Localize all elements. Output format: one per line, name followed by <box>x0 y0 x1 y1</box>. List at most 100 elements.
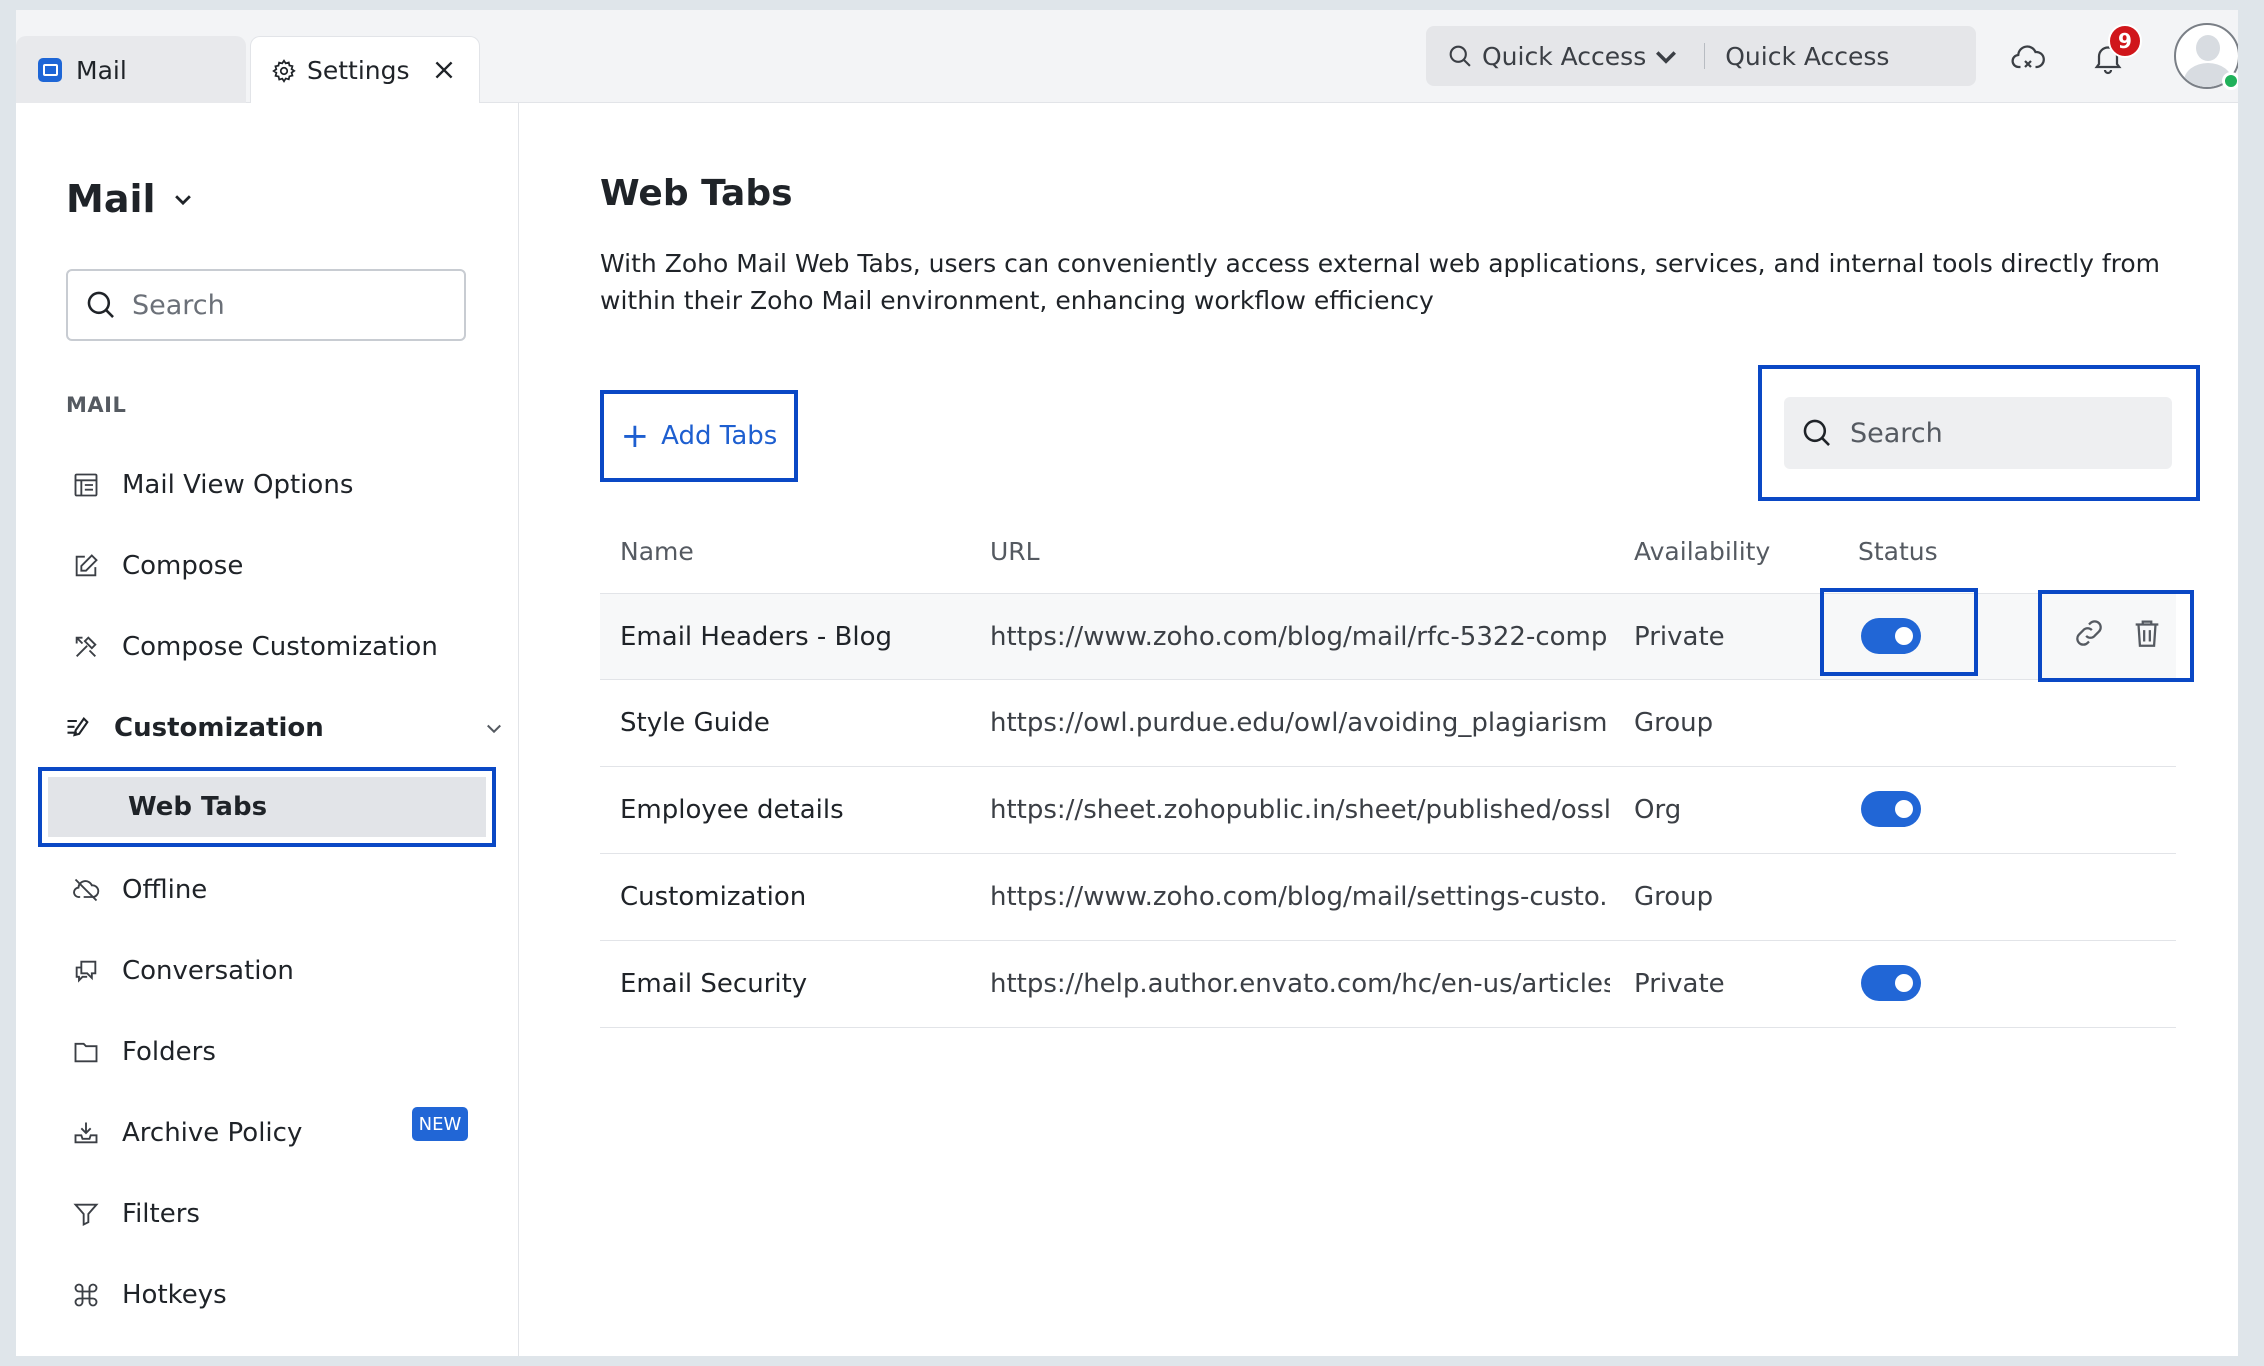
app-window: Mail Settings Quick Access Quick Access … <box>16 10 2238 1356</box>
command-icon <box>74 1283 98 1307</box>
column-header-name[interactable]: Name <box>620 537 694 566</box>
row-url[interactable]: https://sheet.zohopublic.in/sheet/publis… <box>990 767 1610 853</box>
row-name: Email Security <box>620 969 808 999</box>
status-toggle[interactable] <box>1861 965 1921 1001</box>
sidebar-item-web-tabs[interactable]: Web Tabs <box>38 767 496 847</box>
mail-app-icon <box>38 58 62 82</box>
tab-settings-label: Settings <box>307 56 410 85</box>
customize-icon <box>67 717 89 737</box>
chevron-down-icon <box>1656 51 1677 64</box>
row-url[interactable]: https://help.author.envato.com/hc/en-us/… <box>990 941 1610 1027</box>
sidebar-item-label: Compose <box>122 551 244 581</box>
quick-access-bar[interactable]: Quick Access Quick Access <box>1426 26 1976 86</box>
table-row[interactable]: Customization https://www.zoho.com/blog/… <box>600 854 2176 941</box>
sidebar-item-filters[interactable]: Filters <box>72 1186 200 1242</box>
layout-icon <box>74 473 98 497</box>
edit-icon <box>75 554 98 577</box>
chat-icon <box>75 960 97 983</box>
notification-badge: 9 <box>2108 24 2142 58</box>
sidebar-item-archive-policy[interactable]: Archive Policy <box>72 1105 302 1161</box>
sidebar-item-offline[interactable]: Offline <box>72 862 207 918</box>
sidebar-item-label: Customization <box>114 713 324 743</box>
table-row[interactable]: Style Guide https://owl.purdue.edu/owl/a… <box>600 680 2176 767</box>
divider <box>1704 43 1706 69</box>
online-status-dot <box>2222 72 2238 90</box>
column-header-availability[interactable]: Availability <box>1634 537 1770 566</box>
sidebar-item-mail-view-options[interactable]: Mail View Options <box>72 457 353 513</box>
row-url[interactable]: https://www.zoho.com/blog/mail/rfc-5322-… <box>990 594 1610 680</box>
sidebar-item-label: Conversation <box>122 956 294 986</box>
sidebar-item-hotkeys[interactable]: Hotkeys <box>72 1267 227 1323</box>
row-name: Customization <box>620 882 807 912</box>
sidebar-item-label: Mail View Options <box>122 470 354 500</box>
tab-mail[interactable]: Mail <box>16 36 246 104</box>
row-url[interactable]: https://owl.purdue.edu/owl/avoiding_plag… <box>990 680 1610 766</box>
search-placeholder: Search <box>1850 417 1943 449</box>
row-availability: Private <box>1634 969 1725 999</box>
row-availability: Group <box>1634 708 1714 738</box>
table-row[interactable]: Email Headers - Blog https://www.zoho.co… <box>600 588 2194 682</box>
sidebar-item-conversation[interactable]: Conversation <box>72 943 294 999</box>
main-content: Web Tabs With Zoho Mail Web Tabs, users … <box>520 103 2238 1356</box>
chevron-down-icon <box>174 195 191 206</box>
sidebar-item-folders[interactable]: Folders <box>72 1024 216 1080</box>
chevron-down-icon[interactable] <box>484 718 504 738</box>
quick-access-input[interactable]: Quick Access <box>1725 42 1889 71</box>
tools-icon <box>75 636 97 657</box>
row-actions <box>2038 590 2194 682</box>
gear-icon <box>272 58 296 83</box>
sidebar-item-label: Archive Policy <box>122 1118 303 1148</box>
trash-icon[interactable] <box>2130 616 2164 650</box>
sidebar-item-label: Folders <box>122 1037 216 1067</box>
web-tabs-search-input[interactable]: Search <box>1784 397 2172 469</box>
sidebar-search-input[interactable]: Search <box>66 269 466 341</box>
close-icon[interactable] <box>431 57 457 83</box>
add-tabs-label: Add Tabs <box>661 421 778 451</box>
cloud-off-icon <box>73 878 100 902</box>
sidebar-item-compose-customization[interactable]: Compose Customization <box>72 619 438 675</box>
status-toggle[interactable] <box>1861 618 1921 654</box>
folder-icon <box>74 1042 98 1063</box>
row-availability: Private <box>1634 622 1725 652</box>
sidebar-item-label: Web Tabs <box>48 777 486 837</box>
tab-mail-label: Mail <box>76 55 127 85</box>
search-icon <box>1803 419 1830 446</box>
avatar-head <box>2196 35 2220 61</box>
sidebar-item-customization[interactable]: Customization <box>64 700 501 756</box>
column-header-status[interactable]: Status <box>1858 537 1938 566</box>
tab-settings[interactable]: Settings <box>250 36 480 104</box>
column-header-url[interactable]: URL <box>990 537 1040 566</box>
top-bar: Mail Settings Quick Access Quick Access … <box>16 10 2238 104</box>
quick-access-dropdown[interactable]: Quick Access <box>1426 26 1688 86</box>
table-row[interactable]: Email Security https://help.author.envat… <box>600 941 2176 1028</box>
archive-icon <box>74 1122 98 1144</box>
row-url[interactable]: https://www.zoho.com/blog/mail/settings-… <box>990 854 1610 940</box>
plus-icon: + <box>620 416 650 456</box>
link-icon[interactable] <box>2072 616 2106 650</box>
settings-sidebar: Mail Search MAIL Mail View Options Compo… <box>16 103 519 1356</box>
sidebar-search-placeholder: Search <box>132 289 225 321</box>
add-tabs-button[interactable]: + Add Tabs <box>600 390 798 482</box>
cloud-sync-icon[interactable] <box>2010 40 2046 76</box>
row-name: Email Headers - Blog <box>620 622 892 652</box>
filter-icon <box>73 1203 99 1227</box>
sidebar-section-label: MAIL <box>66 393 127 417</box>
page-title: Web Tabs <box>600 173 793 214</box>
row-availability: Org <box>1634 795 1682 825</box>
row-name: Style Guide <box>620 708 770 738</box>
search-icon <box>1449 45 1471 67</box>
sidebar-item-label: Offline <box>122 875 208 905</box>
new-badge: NEW <box>412 1107 468 1141</box>
page-description: With Zoho Mail Web Tabs, users can conve… <box>600 249 2160 315</box>
row-availability: Group <box>1634 882 1714 912</box>
status-toggle[interactable] <box>1861 791 1921 827</box>
sidebar-title-dropdown[interactable]: Mail <box>66 177 194 221</box>
table-row[interactable]: Employee details https://sheet.zohopubli… <box>600 767 2176 854</box>
sidebar-item-label: Hotkeys <box>122 1280 227 1310</box>
row-name: Employee details <box>620 795 844 825</box>
sidebar-item-label: Filters <box>122 1199 200 1229</box>
quick-access-dropdown-label: Quick Access <box>1482 41 1647 71</box>
search-icon <box>87 291 114 318</box>
sidebar-item-compose[interactable]: Compose <box>72 538 243 594</box>
sidebar-item-label: Compose Customization <box>122 632 438 662</box>
